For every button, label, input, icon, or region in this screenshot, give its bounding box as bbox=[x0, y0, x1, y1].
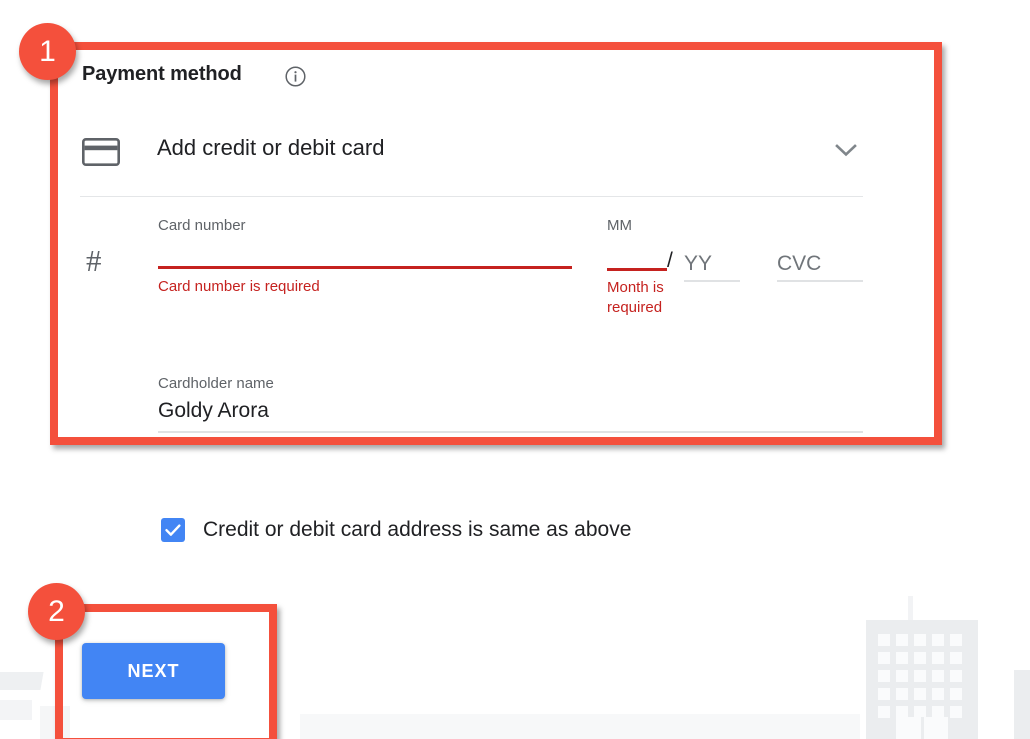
next-button[interactable]: NEXT bbox=[82, 643, 225, 699]
credit-card-icon bbox=[81, 137, 121, 166]
expiry-year-placeholder[interactable]: YY bbox=[684, 249, 740, 278]
expiry-separator: / bbox=[667, 249, 673, 272]
background-shape-left-3 bbox=[40, 706, 70, 739]
cvc-field[interactable]: CVC bbox=[777, 249, 863, 282]
expiry-year-underline bbox=[684, 280, 740, 282]
card-number-underline bbox=[158, 266, 572, 269]
building-door bbox=[896, 717, 948, 739]
card-number-field[interactable]: Card number Card number is required bbox=[158, 216, 572, 297]
info-circle-icon[interactable] bbox=[285, 66, 306, 87]
annotation-badge-2: 2 bbox=[28, 583, 85, 640]
card-number-label: Card number bbox=[158, 217, 246, 234]
cardholder-name-underline bbox=[158, 431, 863, 433]
expiry-month-field[interactable]: MM Month is required bbox=[607, 216, 667, 318]
checkmark-icon bbox=[165, 524, 181, 536]
background-shape-left-1 bbox=[0, 672, 44, 690]
expiry-month-underline bbox=[607, 268, 667, 271]
annotation-badge-1: 1 bbox=[19, 23, 76, 80]
chevron-down-icon[interactable] bbox=[832, 140, 860, 160]
billing-address-checkbox-row[interactable]: Credit or debit card address is same as … bbox=[161, 518, 631, 542]
payment-method-selector[interactable]: Add credit or debit card bbox=[81, 128, 864, 178]
page-title: Payment method bbox=[82, 63, 242, 85]
background-building-icon bbox=[866, 620, 978, 739]
screenshot-root: Payment method Add credit or debit card bbox=[0, 0, 1030, 739]
cardholder-name-label: Cardholder name bbox=[158, 375, 274, 392]
card-number-input[interactable] bbox=[158, 236, 572, 266]
background-shape-bottom bbox=[300, 714, 860, 739]
expiry-month-label: MM bbox=[607, 217, 632, 234]
background-shape-left-2 bbox=[0, 700, 32, 720]
expiry-month-error: Month is required bbox=[607, 279, 664, 316]
card-number-error: Card number is required bbox=[158, 278, 320, 295]
background-tower-right bbox=[1014, 670, 1030, 739]
hash-icon: # bbox=[86, 243, 102, 278]
building-windows bbox=[878, 634, 962, 718]
billing-address-checkbox[interactable] bbox=[161, 518, 185, 542]
cvc-placeholder[interactable]: CVC bbox=[777, 249, 863, 278]
cvc-underline bbox=[777, 280, 863, 282]
building-door-split bbox=[921, 717, 924, 739]
expiry-year-field[interactable]: YY bbox=[684, 249, 740, 282]
billing-address-checkbox-label: Credit or debit card address is same as … bbox=[203, 518, 632, 541]
payment-method-label: Add credit or debit card bbox=[157, 135, 385, 160]
cardholder-name-field[interactable]: Cardholder name Goldy Arora bbox=[158, 374, 863, 433]
expiry-month-input[interactable] bbox=[607, 236, 667, 266]
cardholder-name-input[interactable]: Goldy Arora bbox=[158, 394, 863, 428]
section-divider bbox=[80, 196, 863, 197]
payment-method-panel: Payment method Add credit or debit card bbox=[0, 0, 1030, 600]
